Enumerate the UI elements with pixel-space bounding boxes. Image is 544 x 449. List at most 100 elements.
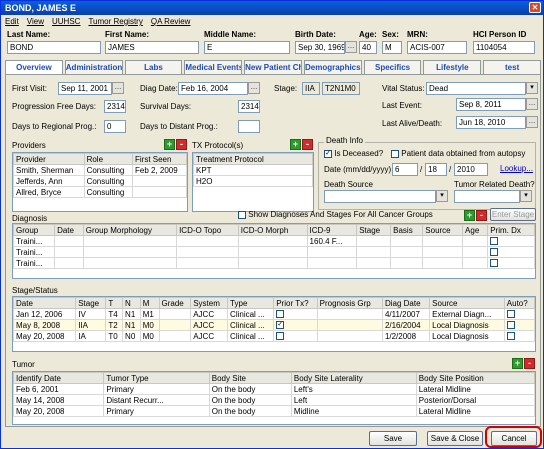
chevron-down-icon[interactable]: ▾ xyxy=(520,190,532,202)
tab-administration[interactable]: Administration xyxy=(64,60,123,74)
table-row[interactable]: Allred, Bryce Consulting xyxy=(13,186,187,198)
table-row[interactable]: H2O xyxy=(193,175,313,187)
tab-medical-events[interactable]: Medical Events xyxy=(184,60,243,74)
table-row[interactable]: KPT xyxy=(193,164,313,176)
menu-qa-review[interactable]: QA Review xyxy=(151,17,191,27)
deceased-checkbox[interactable]: ✓ Is Deceased? xyxy=(324,149,383,158)
diag-date-picker-icon[interactable]: … xyxy=(248,82,260,94)
tab-lifestyle[interactable]: Lifestyle xyxy=(423,60,482,74)
first-visit-picker-icon[interactable]: … xyxy=(112,82,124,94)
col-stage[interactable]: Stage xyxy=(356,224,392,236)
col-icdo-morph[interactable]: ICD-O Morph xyxy=(237,224,308,236)
table-row[interactable]: Jefferds, Ann Consulting xyxy=(13,175,187,187)
add-tx-icon[interactable]: + xyxy=(290,139,301,150)
checkbox-icon[interactable] xyxy=(490,248,499,257)
table-row[interactable]: Traini... xyxy=(13,257,535,269)
col-n[interactable]: N xyxy=(122,297,141,309)
remove-tx-icon[interactable]: - xyxy=(302,139,313,150)
table-row[interactable]: Traini... 160.4 F... xyxy=(13,235,535,247)
col-prognosis-grp[interactable]: Prognosis Grp xyxy=(316,297,383,309)
table-row[interactable]: Jan 12, 2006 IV T4 N1 M1 AJCC Clinical ... 4/11… xyxy=(13,308,535,320)
checkbox-icon[interactable] xyxy=(276,332,285,341)
tab-test[interactable]: test xyxy=(483,60,542,74)
checkbox-icon[interactable] xyxy=(506,332,515,341)
col-body-site-position[interactable]: Body Site Position xyxy=(415,372,535,384)
col-date[interactable]: Date xyxy=(54,224,84,236)
col-t[interactable]: T xyxy=(105,297,124,309)
tab-demographics[interactable]: Demographics xyxy=(303,60,362,74)
tab-new-patient[interactable]: New Patient Ch xyxy=(244,60,302,74)
col-auto[interactable]: Auto? xyxy=(503,297,535,309)
add-provider-icon[interactable]: + xyxy=(164,139,175,150)
table-row[interactable]: Traini... xyxy=(13,246,535,258)
show-all-checkbox[interactable]: Show Diagnoses And Stages For All Cancer… xyxy=(238,210,433,219)
checkbox-icon[interactable] xyxy=(490,259,499,268)
col-source[interactable]: Source xyxy=(422,224,464,236)
first-name-field[interactable]: JAMES xyxy=(105,41,199,54)
last-event-field[interactable]: Sep 8, 2011 xyxy=(456,98,526,111)
tab-labs[interactable]: Labs xyxy=(124,60,183,74)
diag-date-field[interactable]: Feb 16, 2004 xyxy=(178,82,248,95)
table-row[interactable]: May 20, 2008 IA T0 N0 M0 AJCC Clinical ... 1/2/… xyxy=(13,330,535,342)
col-icdo-topo[interactable]: ICD-O Topo xyxy=(176,224,239,236)
checkbox-icon[interactable] xyxy=(506,321,515,330)
remove-tumor-icon[interactable]: - xyxy=(524,358,535,369)
enter-stage-button[interactable]: Enter Stage xyxy=(490,208,536,221)
chevron-down-icon[interactable]: ▾ xyxy=(526,82,538,94)
vital-status-select[interactable]: Dead xyxy=(426,82,526,95)
table-row[interactable]: May 20, 2008 Primary On the body Midline Lat… xyxy=(13,405,535,417)
middle-name-field[interactable]: E xyxy=(204,41,290,54)
menu-uuhsc[interactable]: UUHSC xyxy=(52,17,80,27)
col-body-site[interactable]: Body Site xyxy=(208,372,292,384)
col-stage[interactable]: Stage xyxy=(75,297,107,309)
col-source[interactable]: Source xyxy=(429,297,505,309)
col-prior-tx[interactable]: Prior Tx? xyxy=(273,297,318,309)
last-alive-field[interactable]: Jun 18, 2010 xyxy=(456,116,526,129)
table-row[interactable]: Feb 6, 2001 Primary On the body Left's Later… xyxy=(13,383,535,395)
death-month-field[interactable]: 6 xyxy=(392,163,418,176)
autopsy-checkbox[interactable]: Patient data obtained from autopsy xyxy=(391,149,525,158)
col-treatment-protocol[interactable]: Treatment Protocol xyxy=(193,153,313,165)
col-system[interactable]: System xyxy=(190,297,229,309)
menu-edit[interactable]: Edit xyxy=(5,17,19,27)
last-alive-picker-icon[interactable]: … xyxy=(526,116,538,128)
checkbox-icon[interactable] xyxy=(276,310,285,319)
col-identify-date[interactable]: Identify Date xyxy=(13,372,105,384)
add-diagnosis-icon[interactable]: + xyxy=(464,210,475,221)
checkbox-icon[interactable] xyxy=(506,310,515,319)
table-row[interactable]: May 8, 2008 IIA T2 N1 M0 AJCC Clinical ... ✓ 2/1… xyxy=(13,319,535,331)
death-source-select[interactable] xyxy=(324,190,436,203)
remove-diagnosis-icon[interactable]: - xyxy=(476,210,487,221)
col-icd9[interactable]: ICD-9 xyxy=(306,224,358,236)
col-group[interactable]: Group xyxy=(13,224,56,236)
col-grade[interactable]: Grade xyxy=(158,297,192,309)
death-year-field[interactable]: 2010 xyxy=(454,163,488,176)
col-m[interactable]: M xyxy=(139,297,160,309)
close-icon[interactable]: ✕ xyxy=(529,2,541,13)
col-age[interactable]: Age xyxy=(462,224,489,236)
col-body-site-laterality[interactable]: Body Site Laterality xyxy=(290,372,417,384)
col-type[interactable]: Type xyxy=(227,297,275,309)
col-date[interactable]: Date xyxy=(13,297,77,309)
table-row[interactable]: May 14, 2008 Distant Recurr... On the body… xyxy=(13,394,535,406)
save-button[interactable]: Save xyxy=(369,431,417,446)
tumor-related-select[interactable] xyxy=(454,190,520,203)
col-basis[interactable]: Basis xyxy=(390,224,424,236)
sex-field[interactable]: M xyxy=(382,41,402,54)
col-diag-date[interactable]: Diag Date xyxy=(381,297,431,309)
col-group-morphology[interactable]: Group Morphology xyxy=(82,224,178,236)
add-tumor-icon[interactable]: + xyxy=(512,358,523,369)
remove-provider-icon[interactable]: - xyxy=(176,139,187,150)
table-row[interactable]: Smith, Sherman Consulting Feb 2, 2009 xyxy=(13,164,187,176)
col-tumor-type[interactable]: Tumor Type xyxy=(103,372,210,384)
menu-view[interactable]: View xyxy=(27,17,44,27)
col-provider[interactable]: Provider xyxy=(13,153,85,165)
col-prim-dx[interactable]: Prim. Dx xyxy=(487,224,535,236)
lookup-link[interactable]: Lookup... xyxy=(500,164,533,173)
checkbox-icon[interactable] xyxy=(490,237,499,246)
chevron-down-icon[interactable]: ▾ xyxy=(436,190,448,202)
col-first-seen[interactable]: First Seen xyxy=(132,153,187,165)
menu-tumor-registry[interactable]: Tumor Registry xyxy=(88,17,142,27)
first-visit-field[interactable]: Sep 11, 2001 xyxy=(58,82,112,95)
tab-specifics[interactable]: Specifics xyxy=(363,60,422,74)
